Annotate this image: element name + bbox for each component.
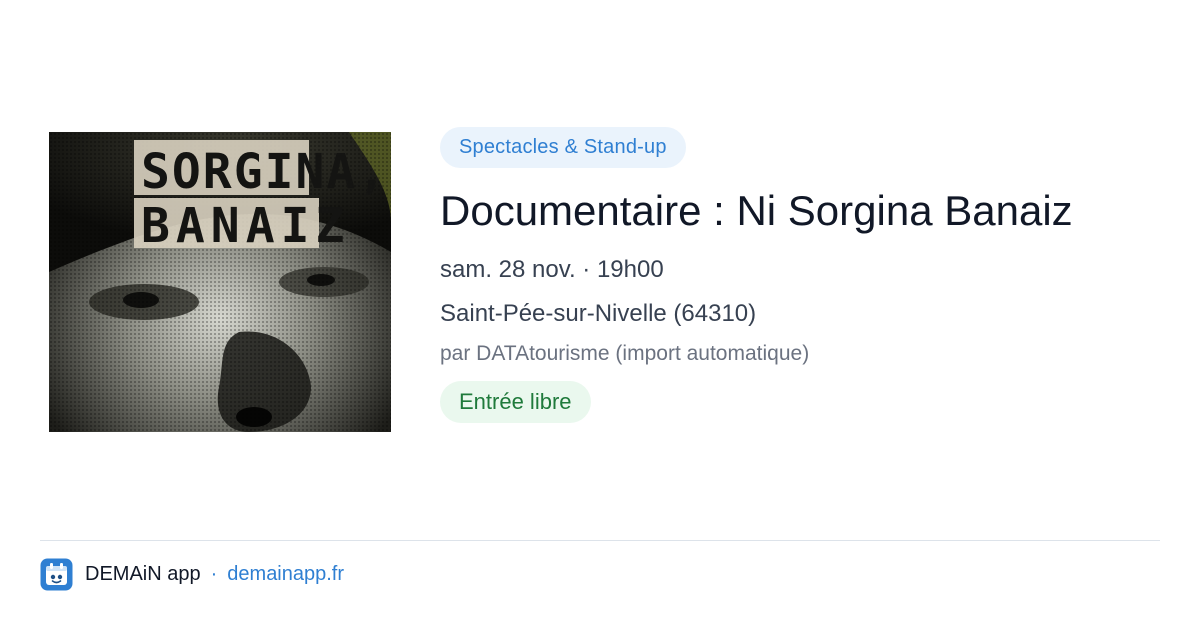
event-info: Spectacles & Stand-up Documentaire : Ni … xyxy=(440,127,1160,423)
price-badge: Entrée libre xyxy=(440,381,591,423)
category-badge[interactable]: Spectacles & Stand-up xyxy=(440,127,686,168)
event-location: Saint-Pée-sur-Nivelle (64310) xyxy=(440,300,757,327)
app-name: DEMAiN app xyxy=(85,562,201,585)
poster-title-line1: SORGINA, xyxy=(141,144,388,200)
footer: DEMAiN app · demainapp.fr xyxy=(40,557,344,591)
event-title: Documentaire : Ni Sorgina Banaiz xyxy=(440,187,1073,234)
event-poster-image: SORGINA, BANAIZ xyxy=(49,132,391,432)
poster-title-line2: BANAIZ xyxy=(141,198,350,254)
demain-app-icon xyxy=(40,558,73,591)
event-datetime: sam. 28 nov. · 19h00 xyxy=(440,256,664,283)
app-website-link[interactable]: demainapp.fr xyxy=(227,563,344,586)
footer-separator: · xyxy=(210,562,218,585)
event-organizer: par DATAtourisme (import automatique) xyxy=(440,342,810,365)
footer-divider xyxy=(40,540,1160,541)
